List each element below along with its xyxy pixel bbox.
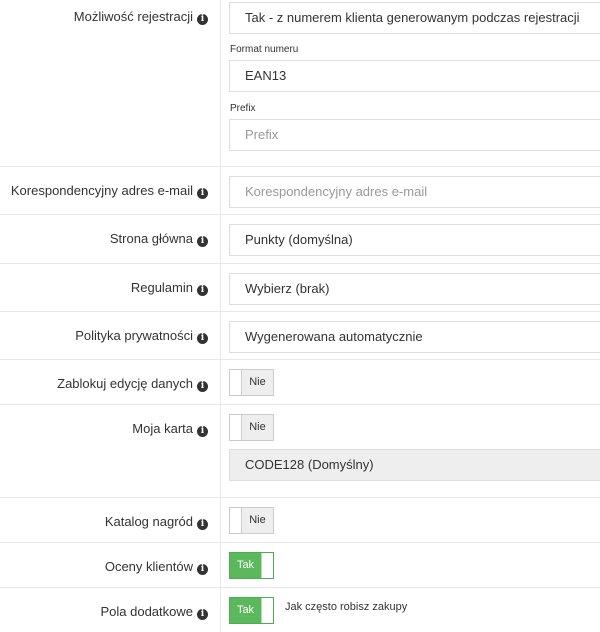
prefix-label: Prefix — [230, 103, 256, 114]
terms-label: Regulamin — [130, 280, 193, 295]
ratings-label-wrap: Oceny klientów i — [0, 559, 208, 575]
my-card-label-wrap: Moja karta i — [0, 421, 208, 437]
rewards-row: Katalog nagród i Nie — [0, 498, 600, 543]
toggle-knob — [230, 415, 242, 440]
toggle-state: Nie — [242, 370, 273, 395]
rewards-label-wrap: Katalog nagród i — [0, 514, 208, 530]
lock-edit-row: Zablokuj edycję danych i Nie — [0, 360, 600, 405]
email-label-wrap: Korespondencyjny adres e-mail i — [0, 183, 208, 199]
lock-edit-label-wrap: Zablokuj edycję danych i — [0, 376, 208, 392]
privacy-select[interactable]: Wygenerowana automatycznie — [229, 321, 600, 353]
toggle-knob — [261, 598, 273, 623]
privacy-row: Polityka prywatności i Wygenerowana autom… — [0, 312, 600, 360]
extra-fields-toggle[interactable]: Tak — [229, 597, 274, 624]
settings-form: Możliwość rejestracji i Tak - z numerem k… — [0, 0, 600, 632]
email-input[interactable]: Korespondencyjny adres e-mail — [229, 176, 600, 208]
terms-select[interactable]: Wybierz (brak) — [229, 273, 600, 305]
privacy-label: Polityka prywatności — [75, 328, 193, 343]
toggle-knob — [230, 508, 242, 533]
registration-select[interactable]: Tak - z numerem klienta generowanym podc… — [229, 2, 600, 34]
homepage-row: Strona główna i Punkty (domyślna) — [0, 215, 600, 264]
info-icon: i — [197, 519, 208, 530]
rewards-toggle[interactable]: Nie — [229, 507, 274, 534]
registration-label-wrap: Możliwość rejestracji i — [0, 9, 208, 25]
homepage-select[interactable]: Punkty (domyślna) — [229, 224, 600, 256]
ratings-row: Oceny klientów i Tak — [0, 543, 600, 588]
toggle-knob — [261, 553, 273, 578]
number-format-label: Format numeru — [230, 44, 299, 55]
lock-edit-toggle[interactable]: Nie — [229, 369, 274, 396]
extra-fields-label-wrap: Pola dodatkowe i — [0, 604, 208, 620]
info-icon: i — [197, 564, 208, 575]
prefix-input[interactable]: Prefix — [229, 119, 600, 151]
extra-fields-row: Pola dodatkowe i Tak Jak często robisz za… — [0, 588, 600, 632]
info-icon: i — [197, 426, 208, 437]
lock-edit-label: Zablokuj edycję danych — [57, 376, 193, 391]
ratings-toggle[interactable]: Tak — [229, 552, 274, 579]
homepage-label-wrap: Strona główna i — [0, 231, 208, 247]
barcode-type-select[interactable]: CODE128 (Domyślny) — [229, 449, 600, 481]
my-card-row: Moja karta i Nie CODE128 (Domyślny) — [0, 405, 600, 498]
registration-label: Możliwość rejestracji — [73, 9, 193, 24]
extra-fields-label: Pola dodatkowe — [100, 604, 193, 619]
toggle-state: Tak — [230, 598, 261, 623]
email-row: Korespondencyjny adres e-mail i Korespond… — [0, 167, 600, 215]
toggle-state: Tak — [230, 553, 261, 578]
info-icon: i — [197, 609, 208, 620]
ratings-label: Oceny klientów — [104, 559, 193, 574]
terms-row: Regulamin i Wybierz (brak) — [0, 264, 600, 312]
my-card-toggle[interactable]: Nie — [229, 414, 274, 441]
my-card-label: Moja karta — [132, 421, 193, 436]
info-icon: i — [197, 285, 208, 296]
rewards-label: Katalog nagród — [104, 514, 193, 529]
info-icon: i — [197, 333, 208, 344]
info-icon: i — [197, 188, 208, 199]
toggle-state: Nie — [242, 508, 273, 533]
info-icon: i — [197, 236, 208, 247]
registration-row: Możliwość rejestracji i Tak - z numerem k… — [0, 0, 600, 167]
email-label: Korespondencyjny adres e-mail — [10, 183, 193, 198]
homepage-label: Strona główna — [109, 231, 193, 246]
number-format-select[interactable]: EAN13 — [229, 60, 600, 92]
extra-field-question: Jak często robisz zakupy — [285, 601, 408, 613]
terms-label-wrap: Regulamin i — [0, 280, 208, 296]
info-icon: i — [197, 14, 208, 25]
toggle-state: Nie — [242, 415, 273, 440]
privacy-label-wrap: Polityka prywatności i — [0, 328, 208, 344]
info-icon: i — [197, 381, 208, 392]
toggle-knob — [230, 370, 242, 395]
